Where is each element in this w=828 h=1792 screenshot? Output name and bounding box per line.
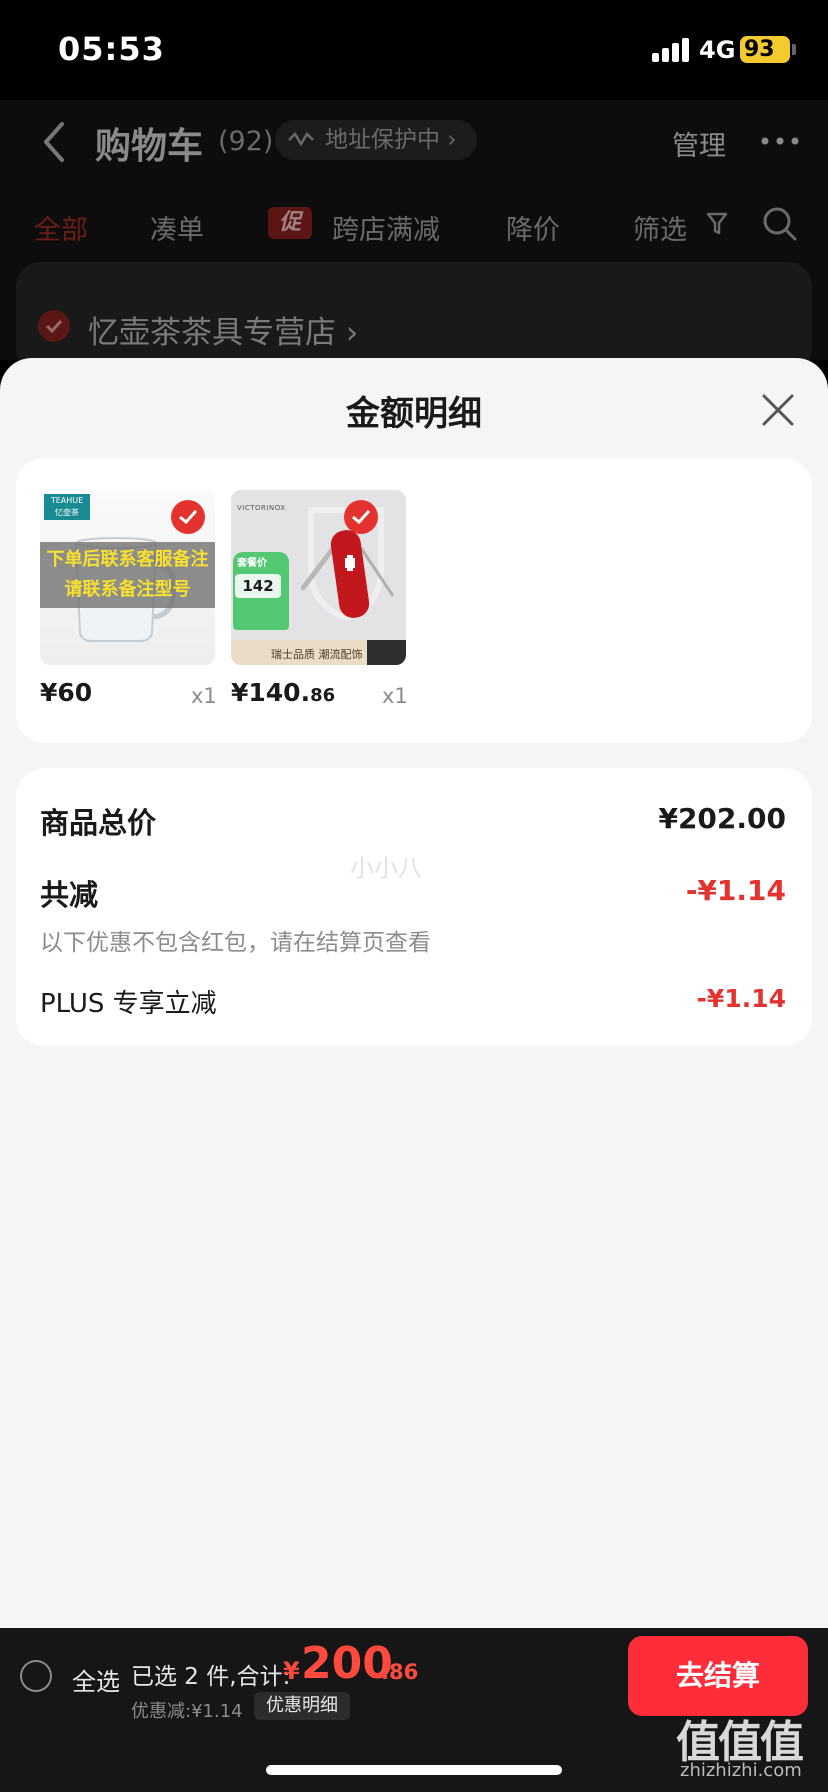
product-image-swiss-knife[interactable]: VICTORINOX 套餐价 142 瑞士品质 潮流配饰 bbox=[231, 490, 406, 665]
reduce-value: -¥1.14 bbox=[685, 874, 786, 907]
cart-count: (92) bbox=[218, 126, 274, 157]
filter-icon[interactable] bbox=[706, 212, 728, 236]
battery-level: 93 bbox=[744, 37, 775, 62]
teahue-brand-cn: 忆壶茶 bbox=[55, 508, 79, 517]
more-icon[interactable] bbox=[760, 136, 800, 146]
tab-bundle[interactable]: 凑单 bbox=[150, 208, 204, 247]
manage-button[interactable]: 管理 bbox=[672, 124, 726, 163]
selected-count-text: 已选 2 件,合计: bbox=[131, 1664, 291, 1690]
product-2-qty: x1 bbox=[382, 684, 408, 708]
overlay-line-1: 下单后联系客服备注 bbox=[46, 549, 209, 570]
selected-check-icon[interactable] bbox=[344, 500, 378, 534]
victorinox-logo: VICTORINOX bbox=[237, 504, 286, 512]
overlay-note: 下单后联系客服备注 请联系备注型号 bbox=[40, 542, 215, 608]
signal-icon bbox=[652, 38, 692, 62]
select-all-radio[interactable] bbox=[20, 1660, 52, 1692]
sheet-title: 金额明细 bbox=[346, 394, 482, 434]
plus-discount-label: PLUS 专享立减 bbox=[40, 989, 217, 1019]
home-indicator[interactable] bbox=[266, 1765, 562, 1775]
store-name[interactable]: 忆壶茶茶具专营店 › bbox=[88, 307, 358, 352]
total-decimal: .86 bbox=[381, 1660, 419, 1684]
discount-summary: 优惠减:¥1.14 bbox=[131, 1701, 243, 1722]
reduce-label: 共减 bbox=[40, 878, 99, 912]
status-time: 05:53 bbox=[58, 30, 165, 68]
bundle-price: 142 bbox=[235, 574, 281, 598]
select-all-label[interactable]: 全选 bbox=[72, 1662, 120, 1697]
close-icon[interactable] bbox=[760, 392, 796, 428]
battery-tip bbox=[792, 44, 796, 55]
status-bar: 05:53 4G 93 bbox=[0, 0, 828, 100]
tab-all[interactable]: 全部 bbox=[34, 208, 88, 247]
back-arrow-icon[interactable] bbox=[40, 120, 68, 164]
total-currency: ¥ bbox=[283, 1657, 300, 1685]
store-name-label: 忆壶茶茶具专营店 bbox=[88, 315, 336, 351]
chevron-right-icon: › bbox=[440, 127, 457, 153]
tab-price-drop[interactable]: 降价 bbox=[506, 208, 560, 247]
discount-note: 以下优惠不包含红包，请在结算页查看 bbox=[40, 930, 431, 956]
network-type: 4G bbox=[699, 36, 736, 64]
battery-icon: 93 bbox=[740, 36, 790, 63]
product-2-price-dec: 86 bbox=[310, 685, 336, 706]
promo-badge: 促 bbox=[268, 207, 312, 239]
total-value: ¥202.00 bbox=[658, 802, 786, 835]
discount-detail-button[interactable]: 优惠明细 bbox=[254, 1692, 350, 1720]
product-1-price: ¥60 bbox=[40, 678, 93, 707]
product-2-price: ¥140.86 bbox=[231, 678, 335, 707]
chevron-right-icon: › bbox=[336, 315, 359, 351]
watermark-text: 小小八 bbox=[350, 854, 422, 882]
address-protect-pill[interactable]: 地址保护中 › bbox=[275, 120, 477, 160]
bundle-title: 套餐价 bbox=[237, 558, 267, 569]
teahue-brand: TEAHUE bbox=[50, 496, 84, 505]
checkout-button[interactable]: 去结算 bbox=[628, 1636, 808, 1716]
product-2-price-int: ¥140. bbox=[231, 678, 311, 707]
wave-icon bbox=[288, 131, 314, 147]
total-amount: 200 bbox=[301, 1638, 393, 1689]
site-watermark-url: zhizhizhi.com bbox=[680, 1760, 802, 1781]
cart-title: 购物车 bbox=[95, 126, 204, 167]
banner-text: 瑞士品质 潮流配饰 bbox=[271, 648, 363, 661]
selected-check-icon[interactable] bbox=[171, 500, 205, 534]
store-check-icon[interactable] bbox=[38, 310, 70, 342]
address-protect-label: 地址保护中 bbox=[325, 127, 440, 153]
product-1-qty: x1 bbox=[191, 684, 217, 708]
teahue-logo: TEAHUE 忆壶茶 bbox=[44, 494, 90, 520]
swiss-knife-icon bbox=[301, 530, 395, 618]
search-icon[interactable] bbox=[762, 206, 798, 242]
product-image-tea-cup[interactable]: TEAHUE 忆壶茶 下单后联系客服备注 请联系备注型号 bbox=[40, 490, 215, 665]
total-label: 商品总价 bbox=[40, 806, 157, 840]
tab-cross-store[interactable]: 跨店满减 bbox=[332, 208, 440, 247]
tab-filter[interactable]: 筛选 bbox=[633, 208, 687, 247]
banner-dark-block bbox=[367, 640, 406, 665]
plus-discount-value: -¥1.14 bbox=[696, 984, 786, 1013]
overlay-line-2: 请联系备注型号 bbox=[64, 579, 191, 600]
